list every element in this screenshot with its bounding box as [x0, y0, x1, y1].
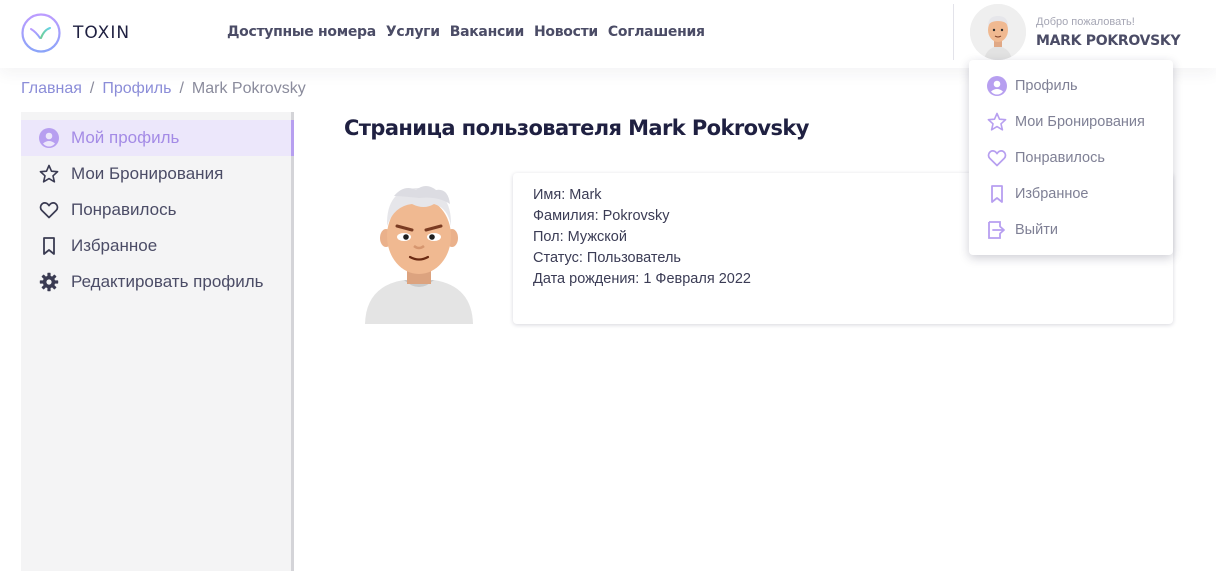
breadcrumb-current: Mark Pokrovsky — [191, 80, 306, 97]
sidebar-item-favorites[interactable]: Избранное — [21, 228, 291, 264]
sidebar-item-label: Понравилось — [71, 200, 177, 219]
sidebar-item-label: Избранное — [71, 236, 158, 255]
menu-item-label: Мои Бронирования — [1015, 114, 1145, 130]
nav-item-services[interactable]: Услуги — [386, 24, 440, 40]
breadcrumb: Главная / Профиль / Mark Pokrovsky — [21, 80, 306, 98]
user-name: MARK POKROVSKY — [1036, 33, 1181, 49]
breadcrumb-home[interactable]: Главная — [21, 80, 82, 98]
info-birthdate: Дата рождения: 1 Февраля 2022 — [533, 271, 751, 287]
sidebar-item-label: Редактировать профиль — [71, 272, 264, 291]
sidebar-item-liked[interactable]: Понравилось — [21, 192, 291, 228]
menu-item-label: Понравилось — [1015, 150, 1105, 166]
profile-avatar — [364, 182, 474, 324]
sidebar-item-my-profile[interactable]: Мой профиль — [21, 120, 294, 156]
brand-name: TOXIN — [73, 23, 131, 43]
nav-item-vacancies[interactable]: Вакансии — [450, 24, 525, 40]
logo-icon — [21, 13, 61, 53]
avatar — [970, 4, 1026, 60]
user-dropdown-menu: Профиль Мои Бронирования Понравилось Изб… — [969, 60, 1173, 255]
breadcrumb-separator: / — [89, 80, 95, 97]
welcome-text: Добро пожаловать! — [1036, 16, 1135, 28]
breadcrumb-separator: / — [179, 80, 184, 97]
top-header: TOXIN Доступные номера Услуги Вакансии Н… — [0, 0, 1216, 68]
sidebar-item-bookings[interactable]: Мои Бронирования — [21, 156, 291, 192]
heart-icon — [39, 200, 59, 220]
gear-icon — [39, 272, 59, 292]
sidebar: Мой профиль Мои Бронирования Понравилось… — [21, 112, 294, 571]
menu-item-favorites[interactable]: Избранное — [969, 176, 1173, 212]
heart-icon — [987, 148, 1007, 168]
bookmark-icon — [987, 184, 1007, 204]
menu-item-logout[interactable]: Выйти — [969, 212, 1173, 248]
star-icon — [987, 112, 1007, 132]
breadcrumb-profile[interactable]: Профиль — [102, 80, 171, 98]
bookmark-icon — [39, 236, 59, 256]
user-menu-trigger[interactable]: Добро пожаловать! MARK POKROVSKY — [953, 4, 1199, 60]
user-circle-icon — [39, 128, 59, 148]
logout-icon — [987, 220, 1007, 240]
menu-item-bookings[interactable]: Мои Бронирования — [969, 104, 1173, 140]
nav-item-rooms[interactable]: Доступные номера — [227, 24, 376, 40]
star-icon — [39, 164, 59, 184]
menu-item-profile[interactable]: Профиль — [969, 68, 1173, 104]
menu-item-label: Выйти — [1015, 222, 1058, 238]
menu-item-liked[interactable]: Понравилось — [969, 140, 1173, 176]
page-title: Страница пользователя Mark Pokrovsky — [344, 116, 809, 140]
nav-item-agreements[interactable]: Соглашения — [608, 24, 705, 40]
user-circle-icon — [987, 76, 1007, 96]
sidebar-item-label: Мои Бронирования — [71, 164, 224, 183]
menu-item-label: Профиль — [1015, 78, 1078, 94]
sidebar-item-edit-profile[interactable]: Редактировать профиль — [21, 264, 291, 300]
menu-item-label: Избранное — [1015, 186, 1089, 202]
sidebar-item-label: Мой профиль — [71, 128, 180, 147]
nav-item-news[interactable]: Новости — [534, 24, 598, 40]
logo[interactable]: TOXIN — [21, 13, 130, 53]
main-nav: Доступные номера Услуги Вакансии Новости… — [227, 24, 705, 40]
